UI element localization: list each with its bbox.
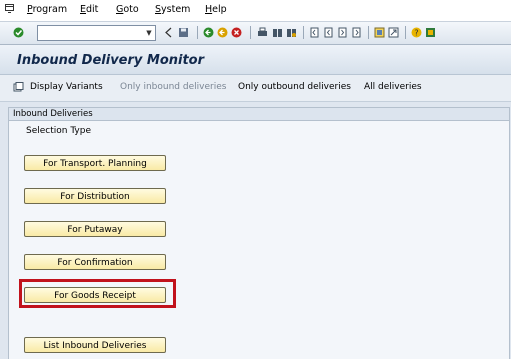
find-icon[interactable] — [272, 27, 283, 38]
all-deliveries-button[interactable]: All deliveries — [364, 82, 422, 92]
title-bar: Inbound Delivery Monitor — [0, 45, 511, 75]
back-icon[interactable] — [203, 27, 214, 38]
svg-text:?: ? — [414, 29, 418, 38]
separator — [303, 26, 304, 39]
application-toolbar: Display Variants Only inbound deliveries… — [0, 75, 511, 102]
enter-icon[interactable] — [13, 27, 24, 38]
exit-icon[interactable] — [217, 27, 228, 38]
group-title: Inbound Deliveries — [13, 109, 93, 119]
display-variants-button[interactable]: Display Variants — [30, 82, 103, 92]
last-page-icon[interactable] — [351, 27, 362, 38]
distribution-button[interactable]: For Distribution — [24, 188, 166, 204]
menu-goto[interactable]: Goto — [116, 4, 139, 15]
list-inbound-deliveries-button[interactable]: List Inbound Deliveries — [24, 337, 166, 353]
print-icon[interactable] — [257, 27, 268, 38]
previous-page-icon[interactable] — [323, 27, 334, 38]
command-field[interactable]: ▼ — [37, 25, 156, 41]
help-icon[interactable]: ? — [411, 27, 422, 38]
chevron-down-icon[interactable]: ▼ — [144, 27, 154, 39]
system-menu-icon[interactable] — [5, 4, 14, 13]
first-page-icon[interactable] — [309, 27, 320, 38]
selection-type-label: Selection Type — [26, 126, 92, 136]
menu-system[interactable]: System — [155, 4, 190, 15]
only-inbound-button[interactable]: Only inbound deliveries — [120, 82, 226, 92]
only-outbound-button[interactable]: Only outbound deliveries — [238, 82, 351, 92]
inbound-deliveries-group: Inbound Deliveries Selection Type For Tr… — [8, 107, 510, 359]
putaway-button[interactable]: For Putaway — [24, 221, 166, 237]
layout-icon[interactable] — [425, 27, 436, 38]
highlight-box — [19, 279, 176, 308]
next-page-icon[interactable] — [337, 27, 348, 38]
find-next-icon[interactable] — [286, 27, 297, 38]
variants-icon — [13, 82, 24, 92]
save-icon[interactable] — [178, 27, 189, 38]
separator — [368, 26, 369, 39]
standard-toolbar: ▼ ? — [0, 22, 511, 45]
menu-help[interactable]: Help — [205, 4, 227, 15]
page-title: Inbound Delivery Monitor — [17, 53, 205, 68]
shortcut-icon[interactable] — [388, 27, 399, 38]
separator — [250, 26, 251, 39]
menu-edit[interactable]: Edit — [80, 4, 98, 15]
cancel-icon[interactable] — [231, 27, 242, 38]
separator — [197, 26, 198, 39]
transport-planning-button[interactable]: For Transport. Planning — [24, 155, 166, 171]
new-session-icon[interactable] — [374, 27, 385, 38]
confirmation-button[interactable]: For Confirmation — [24, 254, 166, 270]
back-arrow-icon[interactable] — [163, 27, 174, 38]
menu-program[interactable]: Program — [27, 4, 67, 15]
group-title-bar: Inbound Deliveries — [9, 108, 509, 121]
menu-bar: Program Edit Goto System Help — [0, 0, 511, 22]
separator — [405, 26, 406, 39]
